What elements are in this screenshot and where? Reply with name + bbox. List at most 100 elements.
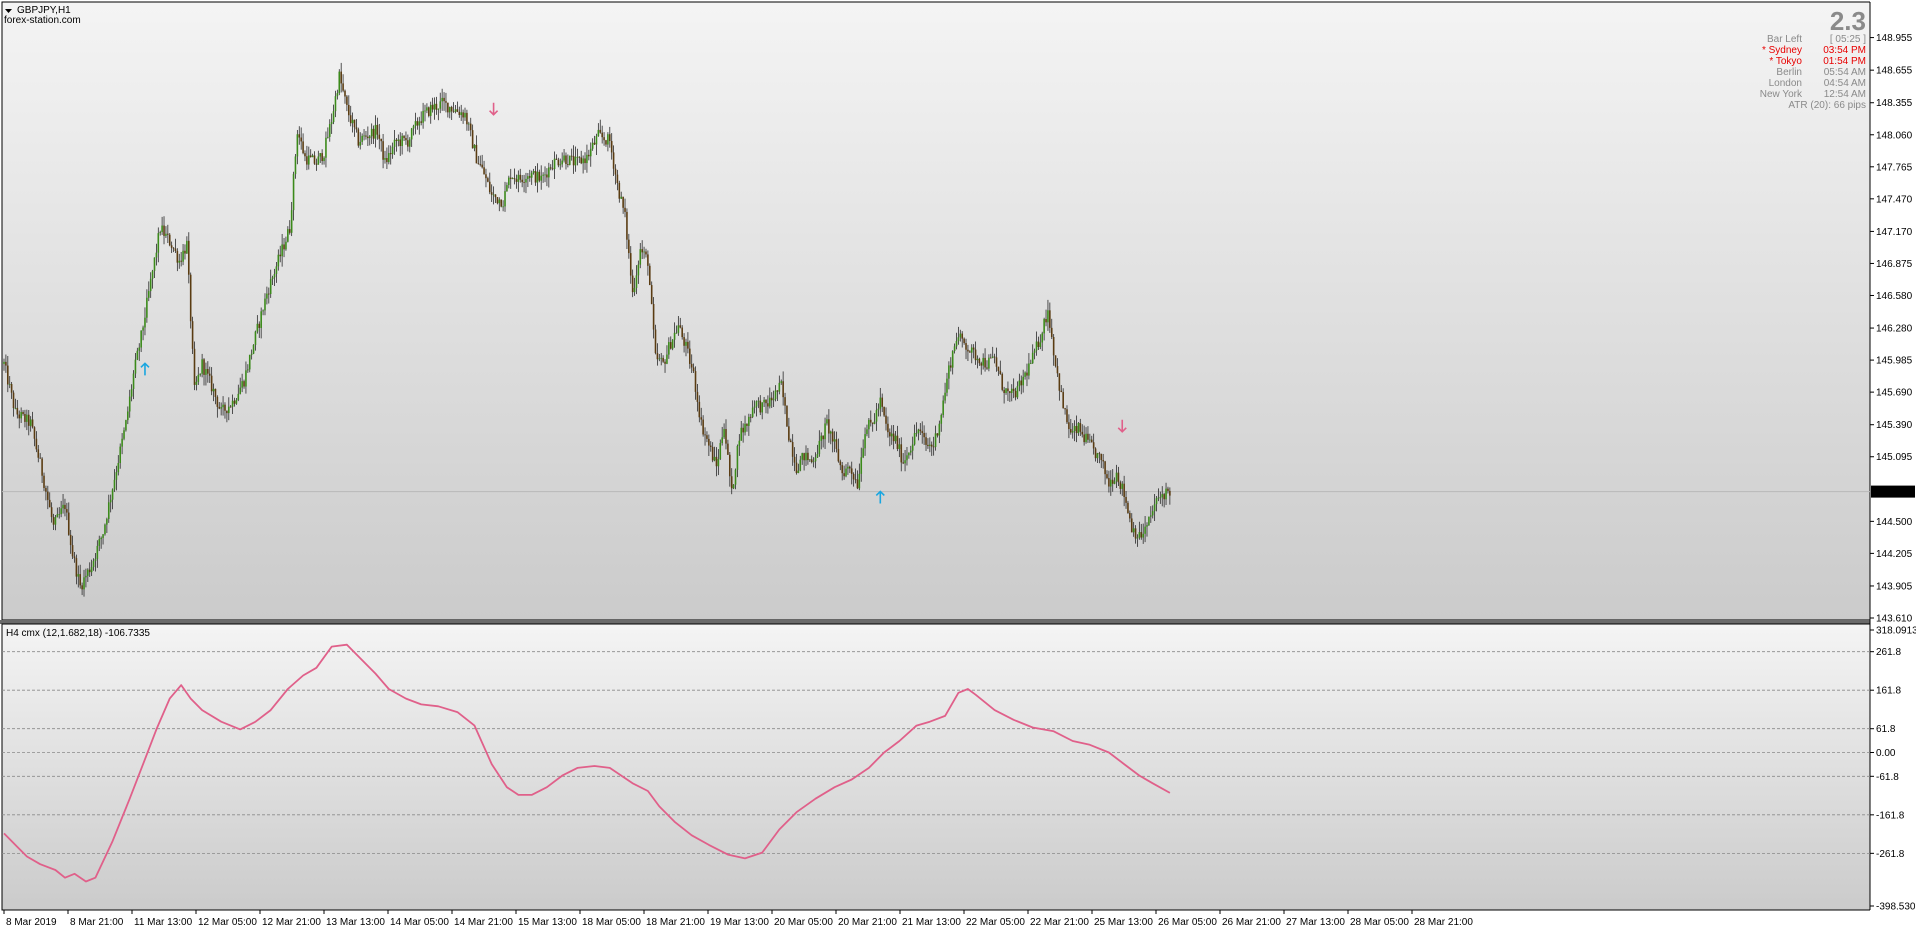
candle-body	[662, 357, 664, 362]
candle-body	[361, 135, 363, 142]
price-tick-label: 144.500	[1876, 517, 1913, 528]
info-value: 12:54 AM	[1824, 89, 1866, 100]
candle-body	[858, 473, 861, 489]
time-tick-label: 22 Mar 05:00	[966, 917, 1025, 928]
candle-body	[159, 232, 162, 234]
candle-body	[1125, 497, 1127, 503]
candle-body	[115, 472, 118, 480]
candle-body	[629, 253, 632, 276]
candle-body	[26, 414, 28, 422]
candle-body	[1087, 433, 1089, 440]
candle-body	[397, 139, 400, 142]
candle-body	[22, 412, 24, 415]
candle-body	[767, 403, 769, 407]
candle-body	[306, 156, 308, 165]
candle-body	[256, 323, 259, 332]
candle-body	[458, 111, 461, 116]
candle-body	[881, 397, 884, 407]
candle-body	[498, 199, 501, 204]
candle-body	[614, 168, 617, 175]
candle-body	[85, 575, 87, 578]
candle-body	[984, 357, 986, 368]
candle-body	[593, 142, 596, 145]
price-panel[interactable]	[1, 1, 1871, 621]
candle-body	[288, 229, 291, 233]
candle-body	[14, 407, 17, 409]
candle-body	[309, 155, 312, 158]
candle-body	[1075, 425, 1078, 434]
time-tick-label: 18 Mar 05:00	[582, 917, 641, 928]
candle-body	[717, 458, 720, 467]
candle-body	[353, 119, 356, 128]
candle-body	[471, 130, 474, 149]
candle-body	[1163, 494, 1165, 500]
candle-body	[1159, 497, 1162, 499]
candle-body	[1136, 537, 1139, 539]
candle-body	[582, 158, 584, 164]
candle-body	[1022, 376, 1024, 386]
candle-body	[205, 368, 207, 375]
candle-body	[687, 341, 689, 349]
candle-body	[689, 348, 691, 364]
candle-body	[47, 491, 49, 500]
candle-body	[580, 157, 583, 164]
candle-body	[266, 293, 268, 299]
candle-body	[1012, 388, 1015, 391]
info-label: * Tokyo	[1769, 56, 1802, 67]
candle-body	[1024, 372, 1026, 377]
chart-canvas[interactable]: GBPJPY,H1 forex-station.com 2.3 Bar Left…	[0, 0, 1916, 933]
candle-body	[117, 463, 120, 473]
candle-body	[174, 248, 177, 251]
candle-body	[969, 351, 971, 353]
candle-body	[342, 83, 344, 91]
indicator-tick-label: 261.8	[1876, 647, 1901, 658]
candle-body	[603, 137, 605, 141]
candle-body	[696, 391, 699, 402]
candle-body	[1092, 442, 1095, 449]
candle-body	[167, 233, 169, 235]
candle-body	[367, 136, 369, 139]
candle-body	[513, 178, 516, 180]
candle-body	[974, 349, 977, 361]
candle-body	[709, 445, 712, 447]
candle-body	[233, 400, 236, 404]
panel-separator[interactable]	[0, 620, 1872, 624]
candle-body	[1026, 372, 1028, 376]
candle-body	[683, 337, 685, 346]
candle-body	[508, 177, 510, 186]
candle-body	[725, 429, 727, 444]
candle-body	[422, 110, 424, 123]
time-tick-label: 11 Mar 13:00	[134, 917, 193, 928]
candle-body	[281, 244, 283, 257]
candle-body	[534, 171, 537, 183]
candle-body	[48, 499, 51, 508]
candle-body	[462, 112, 464, 118]
candle-body	[146, 297, 148, 318]
candle-body	[187, 240, 190, 275]
candle-body	[1049, 310, 1051, 328]
candle-body	[201, 359, 203, 374]
candle-body	[469, 123, 472, 131]
candle-body	[521, 179, 523, 183]
candle-body	[993, 356, 996, 358]
candle-body	[365, 135, 367, 137]
candle-body	[528, 176, 531, 178]
candle-body	[269, 279, 272, 294]
candle-body	[548, 167, 550, 178]
candle-body	[220, 407, 222, 409]
candle-body	[807, 452, 809, 461]
candle-body	[330, 122, 333, 125]
candle-body	[1089, 439, 1091, 441]
candle-body	[300, 137, 302, 142]
candle-body	[801, 453, 803, 460]
indicator-panel[interactable]	[1, 623, 1871, 911]
candle-body	[1085, 433, 1087, 443]
candle-body	[207, 368, 209, 374]
indicator-tick-label: -261.8	[1876, 849, 1905, 860]
candle-body	[279, 254, 282, 257]
candle-body	[1066, 409, 1068, 423]
candle-body	[102, 534, 104, 538]
candle-body	[660, 357, 663, 359]
candle-body	[738, 440, 741, 446]
candle-body	[1148, 516, 1150, 526]
